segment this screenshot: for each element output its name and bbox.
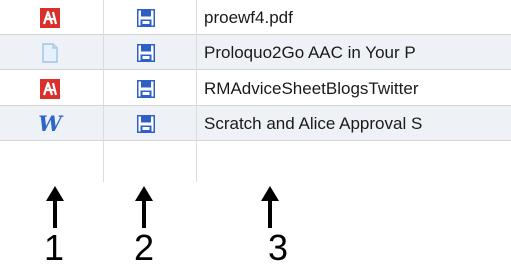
floppy-disk-icon[interactable] [116, 35, 176, 69]
file-name[interactable]: RMAdviceSheetBlogsTwitter [204, 71, 418, 105]
file-row[interactable]: RMAdviceSheetBlogsTwitter [0, 71, 511, 106]
empty-row [0, 142, 511, 182]
floppy-disk-icon[interactable] [116, 0, 176, 34]
acrobat-pdf-icon[interactable] [20, 0, 80, 34]
up-arrow-icon [134, 186, 154, 233]
file-list: proewf4.pdf Proloquo2Go AAC in Your P RM… [0, 0, 511, 182]
file-row[interactable]: W Scratch and Alice Approval S [0, 106, 511, 141]
word-document-icon[interactable]: W [20, 106, 80, 140]
floppy-disk-icon[interactable] [116, 106, 176, 140]
floppy-disk-icon[interactable] [116, 71, 176, 105]
file-row[interactable]: proewf4.pdf [0, 0, 511, 35]
up-arrow-icon [45, 186, 65, 233]
callout-number: 2 [134, 227, 155, 268]
up-arrow-icon [260, 186, 280, 233]
acrobat-pdf-icon[interactable] [20, 71, 80, 105]
word-icon-letter: W [38, 111, 62, 136]
callout-number: 3 [268, 227, 289, 268]
callout-number: 1 [44, 227, 65, 268]
generic-document-icon[interactable] [20, 35, 80, 69]
file-name[interactable]: proewf4.pdf [204, 0, 293, 34]
file-name[interactable]: Scratch and Alice Approval S [204, 106, 422, 140]
column-divider [103, 0, 104, 182]
file-name[interactable]: Proloquo2Go AAC in Your P [204, 35, 416, 69]
column-divider [196, 0, 197, 182]
file-row[interactable]: Proloquo2Go AAC in Your P [0, 35, 511, 70]
